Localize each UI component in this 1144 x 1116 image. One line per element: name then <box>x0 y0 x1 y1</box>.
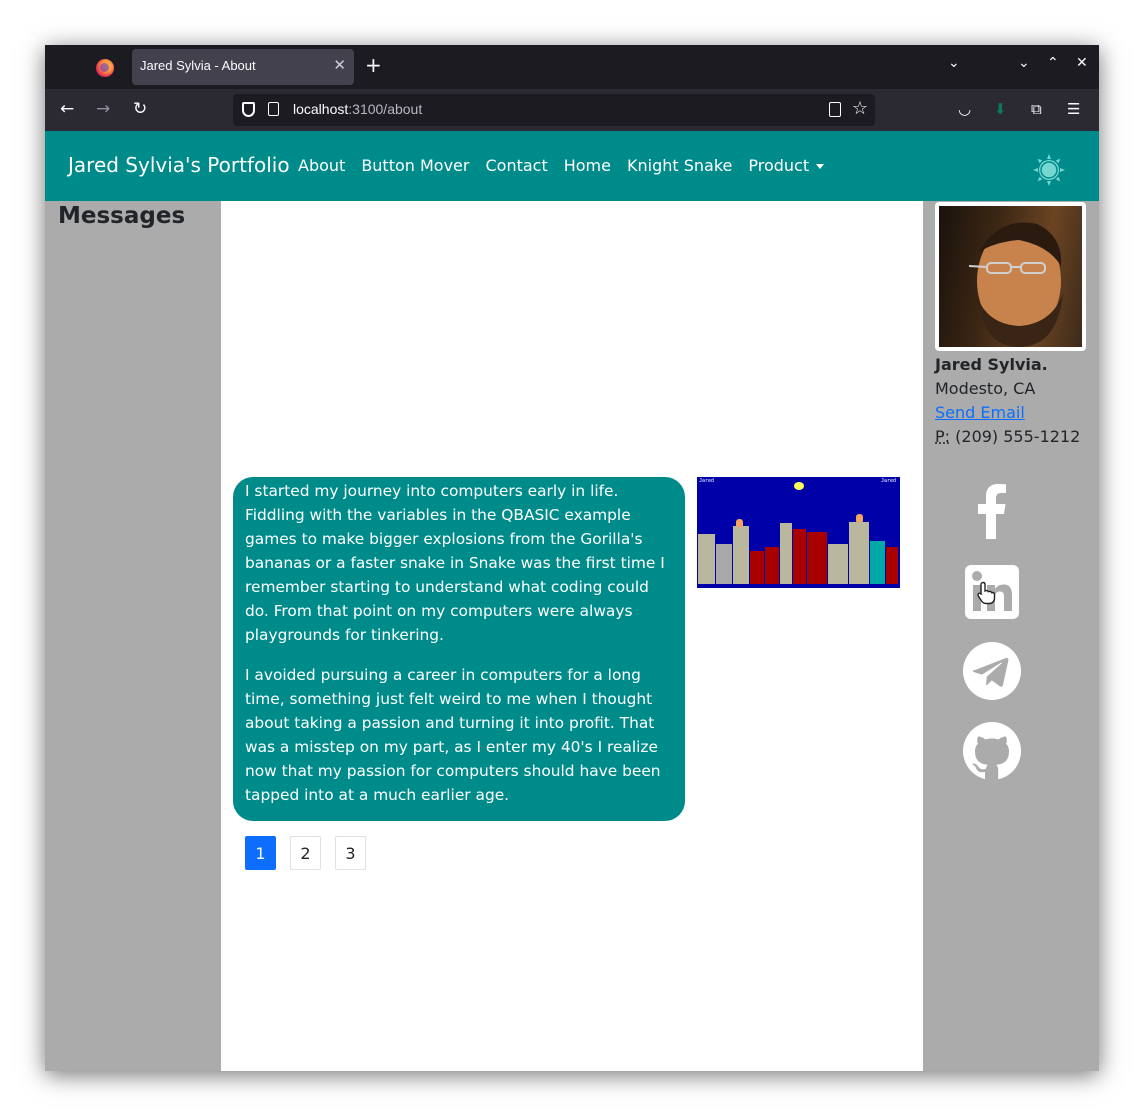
browser-window: Jared Sylvia - About ✕ + ⌄ ⌄ ⌃ ✕ ← → ↻ l… <box>45 45 1099 1071</box>
url-host: localhost <box>293 101 349 117</box>
bookmark-star-icon[interactable]: ☆ <box>852 98 868 119</box>
browser-toolbar: ← → ↻ localhost:3100/about ☆ ◡ ⬇ ⧉ ☰ <box>45 89 1099 131</box>
message-bubble: I started my journey into computers earl… <box>233 477 685 821</box>
nav-contact[interactable]: Contact <box>485 156 547 175</box>
reader-view-icon[interactable] <box>829 102 841 117</box>
main-column: I started my journey into computers earl… <box>221 201 923 1071</box>
nav-product-dropdown[interactable]: Product <box>748 156 825 175</box>
telegram-icon[interactable] <box>963 642 1021 700</box>
tab-title: Jared Sylvia - About <box>140 58 256 73</box>
page-content: Messages I started my journey into compu… <box>45 201 1099 1071</box>
gorilla-icon <box>856 514 863 522</box>
firefox-logo-icon <box>96 59 114 77</box>
dropdown-caret-icon <box>816 164 825 169</box>
new-tab-icon[interactable]: + <box>365 53 382 77</box>
site-brand[interactable]: Jared Sylvia's Portfolio <box>68 153 290 177</box>
maximize-icon[interactable]: ⌃ <box>1047 55 1059 71</box>
extensions-icon[interactable]: ⧉ <box>1031 100 1042 118</box>
page-1-button[interactable]: 1 <box>245 836 276 870</box>
phone-label: P: <box>935 427 951 446</box>
close-window-icon[interactable]: ✕ <box>1076 55 1088 71</box>
send-email-link[interactable]: Send Email <box>935 403 1025 422</box>
phone-number: (209) 555-1212 <box>955 427 1081 446</box>
hand-cursor-icon <box>977 581 996 605</box>
profile-name: Jared Sylvia. <box>935 355 1048 374</box>
minimize-icon[interactable]: ⌄ <box>1018 55 1030 71</box>
site-navbar: Jared Sylvia's Portfolio About Button Mo… <box>45 131 1099 201</box>
nav-home[interactable]: Home <box>564 156 611 175</box>
profile-location: Modesto, CA <box>935 379 1036 398</box>
sun-icon <box>794 482 804 490</box>
gorillas-player2-label: Jared <box>880 478 896 484</box>
page-info-icon[interactable] <box>268 102 279 116</box>
messages-sidebar: Messages <box>45 201 221 1071</box>
page-3-button[interactable]: 3 <box>335 836 366 870</box>
nav-about[interactable]: About <box>298 156 345 175</box>
downloads-icon[interactable]: ⬇ <box>994 100 1007 118</box>
close-tab-icon[interactable]: ✕ <box>333 56 346 74</box>
nav-button-mover[interactable]: Button Mover <box>361 156 469 175</box>
profile-photo <box>935 202 1086 351</box>
theme-toggle-sun-icon[interactable] <box>1033 154 1065 186</box>
reload-icon[interactable]: ↻ <box>133 99 147 119</box>
menu-icon[interactable]: ☰ <box>1067 100 1080 118</box>
forward-icon[interactable]: → <box>96 99 110 119</box>
list-tabs-icon[interactable]: ⌄ <box>948 55 960 71</box>
back-icon[interactable]: ← <box>60 99 74 119</box>
pocket-icon[interactable]: ◡ <box>958 100 971 118</box>
contact-info: Jared Sylvia. Modesto, CA Send Email P: … <box>935 353 1080 449</box>
gorilla-icon <box>736 519 743 527</box>
page-2-button[interactable]: 2 <box>290 836 321 870</box>
messages-title: Messages <box>58 203 186 229</box>
message-paragraph-1: I started my journey into computers earl… <box>245 482 665 644</box>
url-bar[interactable]: localhost:3100/about ☆ <box>233 94 875 126</box>
nav-links: About Button Mover Contact Home Knight S… <box>298 156 825 175</box>
profile-sidebar: Jared Sylvia. Modesto, CA Send Email P: … <box>923 201 1099 1071</box>
pagination: 1 2 3 <box>245 836 366 870</box>
active-tab[interactable]: Jared Sylvia - About ✕ <box>132 49 354 85</box>
gorillas-player1-label: Jared <box>699 478 715 484</box>
url-text[interactable]: localhost:3100/about <box>293 101 422 117</box>
url-path: :3100/about <box>348 101 423 117</box>
message-paragraph-2: I avoided pursuing a career in computers… <box>245 666 661 804</box>
gorillas-game-image: Jared Jared <box>697 477 900 588</box>
tracking-shield-icon[interactable] <box>242 102 255 117</box>
nav-product-label: Product <box>748 156 810 175</box>
github-icon[interactable] <box>963 722 1021 780</box>
facebook-icon[interactable] <box>963 481 1021 539</box>
profile-phone: P: (209) 555-1212 <box>935 425 1080 449</box>
nav-knight-snake[interactable]: Knight Snake <box>627 156 732 175</box>
tab-bar: Jared Sylvia - About ✕ + ⌄ ⌄ ⌃ ✕ <box>45 45 1099 89</box>
